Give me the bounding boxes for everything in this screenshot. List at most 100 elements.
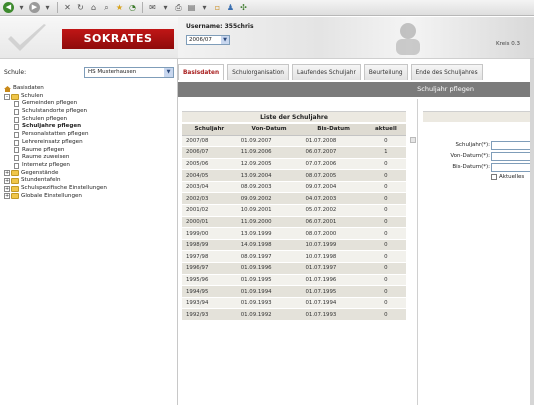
tree-item-label: Schulstandorte pflegen [22, 108, 88, 115]
home-icon[interactable]: ⌂ [88, 2, 99, 13]
table-cell: 2000/01 [182, 216, 237, 229]
dropdown-arrow-icon[interactable]: ▾ [160, 2, 171, 13]
column-header[interactable]: Schuljahr [182, 124, 237, 136]
tree-item[interactable]: Schuljahre pflegen [4, 123, 174, 131]
tab-beurteilung[interactable]: Beurteilung [363, 64, 408, 80]
expand-icon[interactable]: + [4, 185, 10, 192]
tree-item[interactable]: + Stundentafeln [4, 177, 174, 185]
tree-item[interactable]: Basisdaten [4, 85, 174, 93]
tree-item[interactable]: + Globale Einstellungen [4, 193, 174, 201]
school-selector-row: Schule: HS Musterhausen ▼ [4, 67, 174, 78]
table-row[interactable]: 1998/99 14.09.1998 10.07.1999 0 [182, 239, 406, 252]
tab-laufendes-schuljahr[interactable]: Laufendes Schuljahr [291, 64, 361, 80]
table-row[interactable]: 1992/93 01.09.1992 01.07.1993 0 [182, 308, 406, 321]
research-icon[interactable]: ✣ [238, 2, 249, 13]
table-row[interactable]: 1995/96 01.09.1995 01.07.1996 0 [182, 274, 406, 287]
school-select[interactable]: HS Musterhausen ▼ [84, 67, 174, 78]
table-cell: 1997/98 [182, 250, 237, 264]
edit-icon[interactable]: ▤ [186, 2, 197, 13]
tree-item[interactable]: + Gegenstände [4, 170, 174, 178]
browser-toolbar: ◀ ▾ ▶ ▾ ✕ ↻ ⌂ ⌕ ★ ◔ ✉ ▾ ⎙ ▤ ▾ ▫ ♟ ✣ [0, 0, 534, 16]
chevron-down-icon[interactable]: ▼ [164, 68, 173, 77]
tree-item-label: Schulen pflegen [22, 115, 68, 122]
aktuell-label: Aktuelles [499, 174, 525, 180]
tree-item[interactable]: - Schulen [4, 93, 174, 101]
search-icon[interactable]: ⌕ [101, 2, 112, 13]
school-year-select[interactable]: 2006/07 ▼ [186, 35, 230, 45]
school-label: Schule: [4, 69, 27, 76]
table-row[interactable]: 2002/03 09.09.2002 04.07.2003 0 [182, 192, 406, 206]
mail-icon[interactable]: ✉ [147, 2, 158, 13]
table-row[interactable]: 2007/08 01.09.2007 01.07.2008 0 [182, 135, 406, 148]
tab-ende-des-schuljahres[interactable]: Ende des Schuljahres [410, 64, 483, 80]
tab-schulorganisation[interactable]: Schulorganisation [227, 64, 289, 80]
dropdown-arrow-icon[interactable]: ▾ [16, 2, 27, 13]
expand-icon[interactable]: + [4, 170, 10, 177]
table-row[interactable]: 2005/06 12.09.2005 07.07.2006 0 [182, 158, 406, 171]
table-row[interactable]: 1996/97 01.09.1996 01.07.1997 0 [182, 262, 406, 275]
bis-datum-input[interactable] [491, 163, 534, 172]
tree-item-label: Schuljahre pflegen [22, 123, 82, 130]
table-row[interactable]: 2000/01 11.09.2000 06.07.2001 0 [182, 216, 406, 229]
folder-icon [11, 178, 19, 185]
scrollbar[interactable] [410, 137, 416, 143]
dropdown-arrow-icon[interactable]: ▾ [199, 2, 210, 13]
table-row[interactable]: 2003/04 08.09.2003 09.07.2004 0 [182, 181, 406, 194]
tab-basisdaten[interactable]: Basisdaten [178, 64, 225, 80]
school-year-table: Schuljahr Von-Datum Bis-Datum aktuell 2007/… [182, 124, 406, 321]
refresh-icon[interactable]: ↻ [75, 2, 86, 13]
checkmark-logo-icon [8, 24, 46, 51]
table-cell: 12.09.2005 [236, 158, 302, 171]
tree-item-label: Schulen [21, 92, 44, 99]
history-icon[interactable]: ◔ [127, 2, 138, 13]
tree-item[interactable]: Raume zuweisen [4, 154, 174, 162]
page-icon [14, 139, 19, 146]
von-datum-input[interactable] [491, 152, 534, 161]
tree-item[interactable]: Gemeinden pflegen [4, 100, 174, 108]
aktuell-checkbox[interactable] [491, 174, 497, 180]
username-label: Username: 355chris [186, 23, 254, 30]
tree-item[interactable]: Raume pflegen [4, 147, 174, 155]
school-select-value: HS Musterhausen [88, 69, 137, 75]
bis-datum-field-row: Bis-Datum(*): [419, 163, 534, 173]
tree-item[interactable]: Lehrereinsatz pflegen [4, 139, 174, 147]
table-row[interactable]: 2006/07 11.09.2006 06.07.2007 1 [182, 146, 406, 159]
table-cell: 09.09.2002 [236, 192, 302, 206]
table-row[interactable]: 1997/98 08.09.1997 10.07.1998 0 [182, 250, 406, 264]
tree-item[interactable]: Schulen pflegen [4, 116, 174, 124]
column-header[interactable]: Von-Datum [236, 124, 302, 136]
collapse-icon[interactable]: - [4, 93, 10, 100]
dropdown-arrow-icon[interactable]: ▾ [42, 2, 53, 13]
table-row[interactable]: 2004/05 13.09.2004 08.07.2005 0 [182, 169, 406, 182]
schuljahr-input[interactable] [491, 141, 534, 150]
expand-icon[interactable]: + [4, 178, 10, 185]
table-row[interactable]: 1994/95 01.09.1994 01.07.1995 0 [182, 285, 406, 298]
von-datum-label: Von-Datum(*): [450, 153, 490, 159]
column-header[interactable]: Bis-Datum [301, 124, 366, 136]
messenger-icon[interactable]: ♟ [225, 2, 236, 13]
tree-item[interactable]: Schulstandorte pflegen [4, 108, 174, 116]
table-cell: 0 [365, 169, 406, 182]
logo-area: SOKRATES [0, 17, 178, 59]
expand-icon[interactable]: + [4, 193, 10, 200]
stop-icon[interactable]: ✕ [62, 2, 73, 13]
table-cell: 04.07.2003 [301, 192, 366, 206]
print-icon[interactable]: ⎙ [173, 2, 184, 13]
table-header-row: Schuljahr Von-Datum Bis-Datum aktuell [182, 124, 406, 136]
favorites-icon[interactable]: ★ [114, 2, 125, 13]
column-header[interactable]: aktuell [365, 124, 406, 136]
table-row[interactable]: 1999/00 13.09.1999 08.07.2000 0 [182, 227, 406, 240]
tree-item[interactable]: Internetz pflegen [4, 162, 174, 170]
sidebar: Schule: HS Musterhausen ▼ Basisdaten - Sch… [0, 59, 178, 405]
table-cell: 1996/97 [182, 262, 237, 275]
table-row[interactable]: 1993/94 01.09.1993 01.07.1994 0 [182, 297, 406, 310]
chevron-down-icon[interactable]: ▼ [221, 36, 229, 44]
tree-item[interactable]: + Schulspezifische Einstellungen [4, 185, 174, 193]
table-row[interactable]: 2001/02 10.09.2001 05.07.2002 0 [182, 204, 406, 217]
table-cell: 08.09.2003 [236, 181, 302, 194]
back-icon[interactable]: ◀ [3, 2, 14, 13]
tree-item[interactable]: Personalstatten pflegen [4, 131, 174, 139]
table-cell: 1 [365, 146, 406, 159]
discuss-icon[interactable]: ▫ [212, 2, 223, 13]
forward-icon[interactable]: ▶ [29, 2, 40, 13]
